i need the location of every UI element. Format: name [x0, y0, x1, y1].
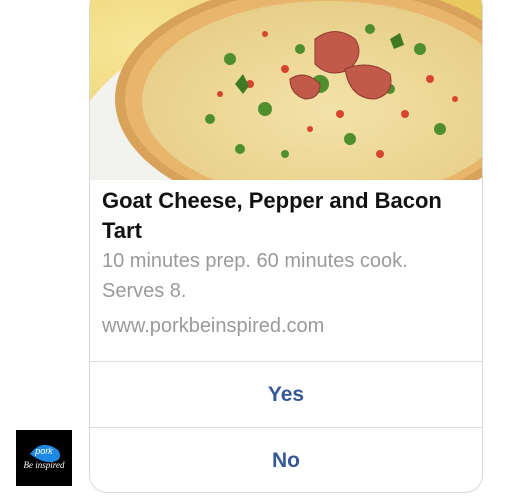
avatar[interactable]: pork Be inspired: [16, 430, 72, 486]
pork-logo-icon: pork Be inspired: [16, 430, 72, 486]
card-body: Goat Cheese, Pepper and Bacon Tart 10 mi…: [102, 186, 472, 340]
avatar-line2: Be inspired: [24, 460, 65, 470]
yes-button[interactable]: Yes: [90, 361, 482, 428]
no-button[interactable]: No: [90, 427, 482, 492]
message-card: Goat Cheese, Pepper and Bacon Tart 10 mi…: [89, 0, 483, 493]
recipe-title: Goat Cheese, Pepper and Bacon Tart: [102, 188, 442, 243]
avatar-line1: pork: [34, 446, 53, 456]
recipe-details: 10 minutes prep. 60 minutes cook. Serves…: [102, 250, 408, 302]
tart-image: [90, 0, 482, 180]
recipe-image[interactable]: [90, 0, 482, 180]
source-url[interactable]: www.porkbeinspired.com: [102, 312, 472, 340]
